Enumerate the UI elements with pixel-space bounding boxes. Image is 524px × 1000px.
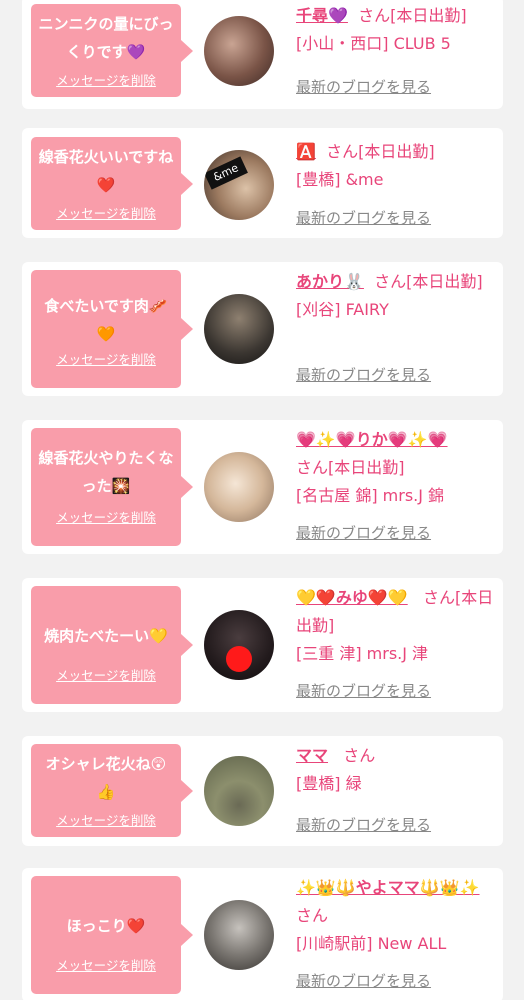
shop-name: [豊橋] &me: [296, 170, 384, 189]
profile-info: ✨👑🔱やよママ🔱👑✨ さん [川崎駅前] New ALL: [296, 874, 496, 958]
message-bubble: 食べたいです肉🥓🧡 メッセージを削除: [31, 270, 193, 388]
message-text: 線香花火やりたくなった🎇: [38, 449, 174, 495]
avatar[interactable]: [204, 610, 274, 680]
cast-status: さん: [343, 746, 376, 765]
cast-name-link[interactable]: ママ: [296, 746, 328, 765]
message-text: ほっこり❤️: [66, 917, 146, 935]
shop-name: [小山・西口] CLUB 5: [296, 34, 451, 53]
profile-info: ママ さん [豊橋] 緑: [296, 742, 496, 798]
profile-info: 千尋💜 さん[本日出勤] [小山・西口] CLUB 5: [296, 2, 496, 58]
delete-message-link[interactable]: メッセージを削除: [31, 665, 181, 684]
profile-info: 💛❤️みゆ❤️💛 さん[本日出勤] [三重 津] mrs.J 津: [296, 584, 496, 668]
latest-blog-link[interactable]: 最新のブログを見る: [296, 76, 431, 97]
message-bubble: ニンニクの量にびっくりです💜 メッセージを削除: [31, 4, 193, 97]
shop-name: [豊橋] 緑: [296, 774, 362, 793]
avatar[interactable]: [204, 16, 274, 86]
cast-name-link[interactable]: 🅰️: [296, 142, 316, 161]
cast-name-link[interactable]: あかり🐰: [296, 272, 364, 291]
avatar[interactable]: [204, 452, 274, 522]
message-card: ニンニクの量にびっくりです💜 メッセージを削除 千尋💜 さん[本日出勤] [小山…: [22, 0, 503, 109]
message-card: 線香花火いいですね❤️ メッセージを削除 &me 🅰️ さん[本日出勤] [豊橋…: [22, 128, 503, 238]
message-card: 食べたいです肉🥓🧡 メッセージを削除 あかり🐰 さん[本日出勤] [刈谷] FA…: [22, 262, 503, 396]
message-text: 焼肉たべたーい💛: [44, 627, 168, 645]
message-text: ニンニクの量にびっくりです💜: [38, 15, 174, 61]
cast-status: さん: [296, 906, 329, 925]
delete-message-link[interactable]: メッセージを削除: [31, 349, 181, 368]
message-bubble: 焼肉たべたーい💛 メッセージを削除: [31, 586, 193, 704]
cast-name-link[interactable]: 💗✨💗りか💗✨💗: [296, 430, 448, 449]
delete-message-link[interactable]: メッセージを削除: [31, 810, 181, 829]
avatar[interactable]: [204, 294, 274, 364]
cast-name-link[interactable]: 千尋💜: [296, 6, 348, 25]
cast-name-link[interactable]: ✨👑🔱やよママ🔱👑✨: [296, 878, 480, 897]
message-card: オシャレ花火ね😲👍 メッセージを削除 ママ さん [豊橋] 緑 最新のブログを見…: [22, 736, 503, 846]
cast-status: さん[本日出勤]: [296, 458, 405, 477]
latest-blog-link[interactable]: 最新のブログを見る: [296, 522, 431, 543]
avatar[interactable]: [204, 900, 274, 970]
message-text: オシャレ花火ね😲👍: [45, 755, 167, 801]
shop-name: [川崎駅前] New ALL: [296, 934, 447, 953]
message-bubble: 線香花火やりたくなった🎇 メッセージを削除: [31, 428, 193, 546]
latest-blog-link[interactable]: 最新のブログを見る: [296, 207, 431, 228]
cast-status: さん[本日出勤]: [374, 272, 483, 291]
message-text: 線香花火いいですね❤️: [38, 148, 174, 194]
cast-name-link[interactable]: 💛❤️みゆ❤️💛: [296, 588, 408, 607]
message-text: 食べたいです肉🥓🧡: [44, 297, 168, 343]
latest-blog-link[interactable]: 最新のブログを見る: [296, 364, 431, 385]
latest-blog-link[interactable]: 最新のブログを見る: [296, 680, 431, 701]
avatar-overlay-label: &me: [204, 156, 248, 190]
message-bubble: ほっこり❤️ メッセージを削除: [31, 876, 193, 994]
message-card: ほっこり❤️ メッセージを削除 ✨👑🔱やよママ🔱👑✨ さん [川崎駅前] New…: [22, 868, 503, 1000]
heart-sticker-icon: [226, 646, 252, 672]
delete-message-link[interactable]: メッセージを削除: [31, 507, 181, 526]
cast-status: さん[本日出勤]: [326, 142, 435, 161]
latest-blog-link[interactable]: 最新のブログを見る: [296, 814, 431, 835]
shop-name: [名古屋 錦] mrs.J 錦: [296, 486, 445, 505]
avatar[interactable]: &me: [204, 150, 274, 220]
profile-info: 💗✨💗りか💗✨💗 さん[本日出勤] [名古屋 錦] mrs.J 錦: [296, 426, 496, 510]
delete-message-link[interactable]: メッセージを削除: [31, 70, 181, 89]
shop-name: [三重 津] mrs.J 津: [296, 644, 429, 663]
message-bubble: オシャレ花火ね😲👍 メッセージを削除: [31, 744, 193, 837]
delete-message-link[interactable]: メッセージを削除: [31, 203, 181, 222]
message-bubble: 線香花火いいですね❤️ メッセージを削除: [31, 137, 193, 230]
cast-status: さん[本日出勤]: [358, 6, 467, 25]
shop-name: [刈谷] FAIRY: [296, 300, 389, 319]
profile-info: あかり🐰 さん[本日出勤] [刈谷] FAIRY: [296, 268, 496, 324]
profile-info: 🅰️ さん[本日出勤] [豊橋] &me: [296, 138, 496, 194]
message-card: 焼肉たべたーい💛 メッセージを削除 💛❤️みゆ❤️💛 さん[本日出勤] [三重 …: [22, 578, 503, 712]
latest-blog-link[interactable]: 最新のブログを見る: [296, 970, 431, 991]
avatar[interactable]: [204, 756, 274, 826]
message-card: 線香花火やりたくなった🎇 メッセージを削除 💗✨💗りか💗✨💗 さん[本日出勤] …: [22, 420, 503, 554]
delete-message-link[interactable]: メッセージを削除: [31, 955, 181, 974]
